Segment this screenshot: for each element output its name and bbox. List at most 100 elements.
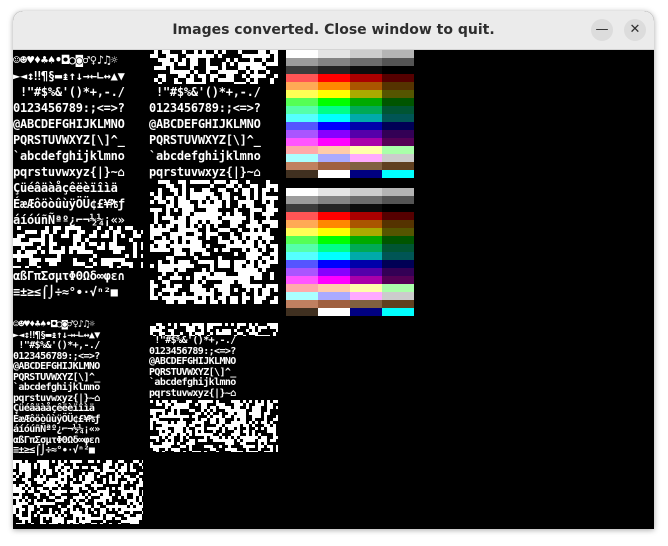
palette-swatch — [350, 170, 366, 178]
palette-swatch — [286, 308, 302, 316]
palette-swatch — [398, 292, 414, 300]
palette-swatch — [382, 300, 398, 308]
palette-swatch — [318, 58, 334, 66]
palette-swatch — [302, 50, 318, 58]
palette-swatch — [334, 66, 350, 74]
palette-swatch — [366, 122, 382, 130]
palette-swatch — [366, 252, 382, 260]
palette-swatch — [286, 220, 302, 228]
palette-swatch — [286, 292, 302, 300]
palette-swatch — [350, 162, 366, 170]
palette-swatch — [398, 244, 414, 252]
palette-swatch — [334, 50, 350, 58]
palette-swatch — [366, 292, 382, 300]
palette-swatch — [398, 284, 414, 292]
palette-swatch — [302, 300, 318, 308]
palette-swatch — [382, 74, 398, 82]
palette-swatch — [286, 50, 302, 58]
glyph-row: `abcdefghijklmno — [149, 377, 236, 388]
palette-swatch — [302, 252, 318, 260]
palette-swatch — [366, 114, 382, 122]
glyph-row: ≡±≥≤⌠⌡÷≈°∙·√ⁿ²■ — [13, 445, 100, 456]
palette-swatch — [366, 138, 382, 146]
palette-swatch — [302, 204, 318, 212]
minimize-button[interactable]: — — [591, 19, 613, 41]
palette-swatch — [302, 276, 318, 284]
palette-swatch — [318, 154, 334, 162]
palette-swatch — [382, 154, 398, 162]
palette-swatch — [366, 170, 382, 178]
glyph-row: pqrstuvwxyz{|}~⌂ — [13, 165, 125, 179]
glyph-row: !"#$%&'()*+,-./ — [149, 85, 261, 99]
title-bar[interactable]: Images converted. Close window to quit. … — [13, 11, 654, 50]
glyph-row: `abcdefghijklmno — [13, 382, 100, 393]
palette-swatch — [366, 154, 382, 162]
font-sheet-tiny — [13, 460, 143, 524]
palette-swatch — [350, 74, 366, 82]
palette-swatch — [334, 90, 350, 98]
palette-swatch — [350, 122, 366, 130]
close-button[interactable]: ✕ — [624, 19, 646, 41]
palette-swatch — [286, 196, 302, 204]
palette-swatch — [350, 276, 366, 284]
palette-swatch — [398, 90, 414, 98]
palette-swatch — [318, 50, 334, 58]
palette-swatch — [334, 98, 350, 106]
glyph-row: pqrstuvwxyz{|}~⌂ — [149, 165, 261, 179]
palette-swatch — [318, 228, 334, 236]
font-sheet-large-right-header — [150, 50, 278, 84]
glyph-row: @ABCDEFGHIJKLMNO — [149, 356, 236, 367]
palette-swatch — [366, 276, 382, 284]
palette-swatch — [366, 228, 382, 236]
palette-swatch — [318, 90, 334, 98]
palette-swatch — [302, 82, 318, 90]
palette-swatch — [350, 236, 366, 244]
palette-swatch — [382, 228, 398, 236]
palette-swatch — [366, 106, 382, 114]
palette-swatch — [366, 204, 382, 212]
palette-swatch — [302, 170, 318, 178]
palette-swatch — [318, 170, 334, 178]
glyph-row: !"#$%&'()*+,-./ — [13, 340, 100, 351]
palette-swatch — [302, 90, 318, 98]
palette-swatch — [318, 98, 334, 106]
palette-swatch — [318, 82, 334, 90]
palette-swatch — [286, 276, 302, 284]
palette-swatch — [302, 236, 318, 244]
palette-swatch — [398, 154, 414, 162]
palette-swatch — [398, 82, 414, 90]
palette-swatch — [286, 90, 302, 98]
palette-swatch — [398, 220, 414, 228]
palette-swatch — [382, 196, 398, 204]
palette-swatch — [286, 260, 302, 268]
palette-swatch — [334, 276, 350, 284]
palette-swatch — [334, 244, 350, 252]
palette-swatch — [382, 292, 398, 300]
palette-swatch — [334, 204, 350, 212]
palette-swatch — [398, 58, 414, 66]
palette-swatch — [350, 138, 366, 146]
palette-swatch — [398, 146, 414, 154]
palette-swatch — [350, 284, 366, 292]
glyph-row: @ABCDEFGHIJKLMNO — [149, 117, 261, 131]
palette-swatch — [318, 308, 334, 316]
glyph-row: 0123456789:;<=>? — [149, 101, 261, 115]
glyph-row: pqrstuvwxyz{|}~⌂ — [149, 387, 236, 399]
palette-swatch — [334, 212, 350, 220]
palette-swatch — [302, 58, 318, 66]
glyph-row: ≡±≥≤⌠⌡÷≈°∙·√ⁿ²■ — [13, 285, 125, 299]
palette-swatch — [382, 146, 398, 154]
palette-swatch — [334, 284, 350, 292]
palette-swatch — [286, 154, 302, 162]
palette-swatch — [302, 228, 318, 236]
palette-swatch — [350, 146, 366, 154]
palette-image-bottom — [286, 188, 414, 316]
palette-swatch — [318, 66, 334, 74]
palette-swatch — [350, 130, 366, 138]
palette-swatch — [286, 98, 302, 106]
palette-swatch — [350, 220, 366, 228]
glyph-row: 0123456789:;<=>? — [13, 101, 125, 115]
palette-swatch — [334, 292, 350, 300]
palette-swatch — [366, 236, 382, 244]
palette-swatch — [398, 130, 414, 138]
